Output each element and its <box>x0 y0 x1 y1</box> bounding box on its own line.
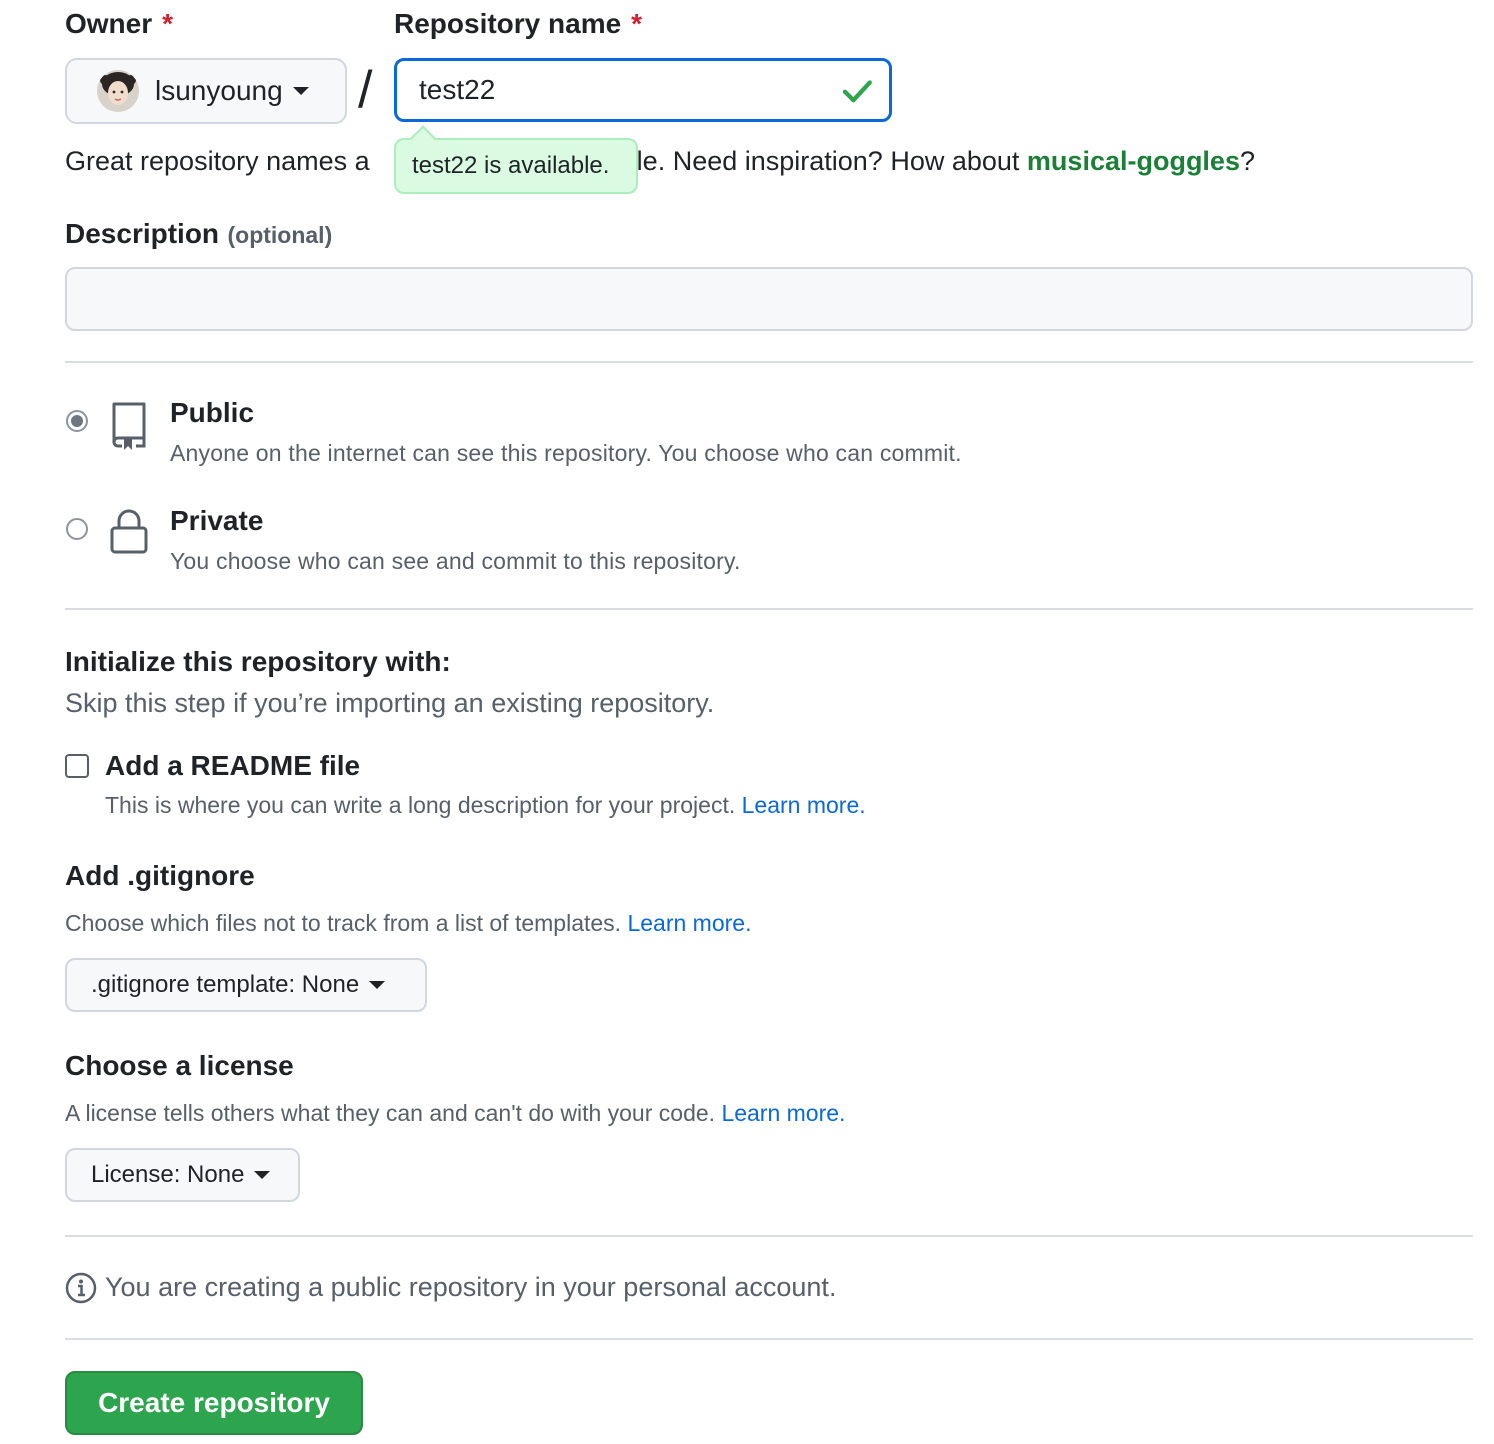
repo-name-label-text: Repository name <box>394 8 622 39</box>
readme-label[interactable]: Add a README file <box>105 750 360 782</box>
owner-label: Owner * <box>65 8 173 40</box>
initialize-heading: Initialize this repository with: <box>65 646 451 677</box>
public-option-title: Public <box>170 397 255 428</box>
license-learn-more-link[interactable]: Learn more. <box>721 1100 845 1126</box>
lock-icon <box>110 509 148 554</box>
license-description: A license tells others what they can and… <box>65 1100 845 1127</box>
visibility-notice: You are creating a public repository in … <box>105 1272 837 1302</box>
repo-name-required-mark: * <box>631 8 643 39</box>
readme-description-text: This is where you can write a long descr… <box>105 792 736 818</box>
gitignore-description: Choose which files not to track from a l… <box>65 910 751 937</box>
description-label-text: Description <box>65 218 220 249</box>
check-icon <box>842 80 872 103</box>
owner-name: lsunyoung <box>155 75 283 106</box>
gitignore-dropdown-label: .gitignore template: None <box>91 971 360 998</box>
repo-name-label: Repository name * <box>394 8 642 40</box>
gitignore-description-text: Choose which files not to track from a l… <box>65 910 622 936</box>
private-option-title: Private <box>170 505 264 536</box>
divider <box>65 1338 1473 1340</box>
readme-checkbox[interactable] <box>65 754 89 778</box>
description-optional-note: (optional) <box>227 222 333 248</box>
chevron-down-icon <box>369 981 386 989</box>
repo-name-input[interactable] <box>394 58 892 122</box>
owner-repo-separator: / <box>358 61 373 119</box>
gitignore-heading: Add .gitignore <box>65 860 255 891</box>
suggested-name-link[interactable]: musical-goggles <box>1027 146 1240 176</box>
gitignore-template-dropdown[interactable]: .gitignore template: None <box>65 958 427 1012</box>
private-radio[interactable] <box>66 518 88 540</box>
license-description-text: A license tells others what they can and… <box>65 1100 716 1126</box>
public-radio[interactable] <box>66 410 88 432</box>
divider <box>65 608 1473 610</box>
description-input[interactable] <box>65 267 1473 331</box>
initialize-subtext: Skip this step if you’re importing an ex… <box>65 688 715 718</box>
divider <box>65 1235 1473 1237</box>
owner-required-mark: * <box>162 8 174 39</box>
suggestion-text-prefix: Great repository names a <box>65 146 370 176</box>
license-dropdown[interactable]: License: None <box>65 1148 300 1202</box>
readme-description: This is where you can write a long descr… <box>105 792 866 819</box>
chevron-down-icon <box>292 87 309 95</box>
private-option-description: You choose who can see and commit to thi… <box>170 548 741 574</box>
public-option-description: Anyone on the internet can see this repo… <box>170 440 962 466</box>
suggestion-text-end: ? <box>1239 146 1255 176</box>
license-heading: Choose a license <box>65 1050 294 1081</box>
chevron-down-icon <box>254 1171 271 1179</box>
owner-label-text: Owner <box>65 8 153 39</box>
create-repository-button[interactable]: Create repository <box>65 1371 363 1435</box>
availability-tooltip: test22 is available. <box>394 138 638 194</box>
info-icon <box>65 1272 97 1304</box>
owner-select-button[interactable]: lsunyoung <box>65 58 347 124</box>
description-label: Description (optional) <box>65 218 332 250</box>
readme-learn-more-link[interactable]: Learn more. <box>742 792 866 818</box>
license-dropdown-label: License: None <box>91 1161 245 1188</box>
gitignore-learn-more-link[interactable]: Learn more. <box>627 910 751 936</box>
divider <box>65 361 1473 363</box>
repo-icon <box>112 402 146 450</box>
avatar <box>97 70 139 112</box>
name-suggestion-text: Great repository names a able. Need inspi… <box>65 146 1255 177</box>
suggestion-text-suffix: able. Need inspiration? How about <box>606 146 1027 176</box>
